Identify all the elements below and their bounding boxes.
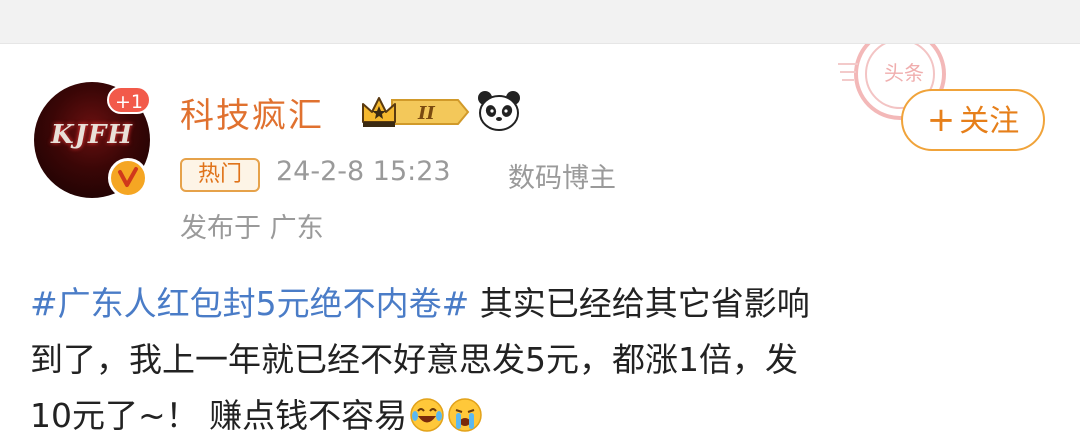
post-line-1: #广东人红包封5元绝不内卷# 其实已经给其它省影响 [30, 276, 1050, 332]
notification-badge: +1 [107, 86, 151, 114]
follow-button-label: 关注 [959, 104, 1020, 139]
post-timestamp: 24-2-8 15:23 [276, 156, 451, 187]
top-separator-strip [0, 0, 1080, 44]
post-body: #广东人红包封5元绝不内卷# 其实已经给其它省影响 到了，我上一年就已经不好意思… [30, 276, 1050, 437]
post-line-3-text: 10元了~！ 赚点钱不容易 [30, 396, 408, 435]
laugh-cry-emoji-icon [409, 394, 445, 432]
svg-text:头条: 头条 [884, 61, 924, 85]
verified-v-icon [108, 158, 148, 198]
level-badge-text: II [417, 103, 435, 124]
post-line-2: 到了，我上一年就已经不好意思发5元，都涨1倍，发 [30, 340, 798, 379]
post-line-3: 10元了~！ 赚点钱不容易 [30, 388, 1050, 437]
hashtag-link[interactable]: #广东人红包封5元绝不内卷# [30, 284, 469, 323]
post-location: 发布于 广东 [180, 213, 324, 244]
panda-icon [476, 88, 522, 134]
avatar-logo-text: KJFH [51, 120, 133, 150]
blogger-category: 数码博主 [508, 163, 616, 194]
plus-icon: + [926, 100, 956, 140]
crown-level-icon: II [360, 94, 470, 130]
username[interactable]: 科技疯汇 [180, 88, 324, 137]
crying-emoji-icon [447, 394, 483, 432]
hot-tag-badge[interactable]: 热门 [180, 158, 260, 192]
post-line-1-text: 其实已经给其它省影响 [469, 284, 810, 323]
follow-button[interactable]: + 关注 [901, 89, 1045, 151]
